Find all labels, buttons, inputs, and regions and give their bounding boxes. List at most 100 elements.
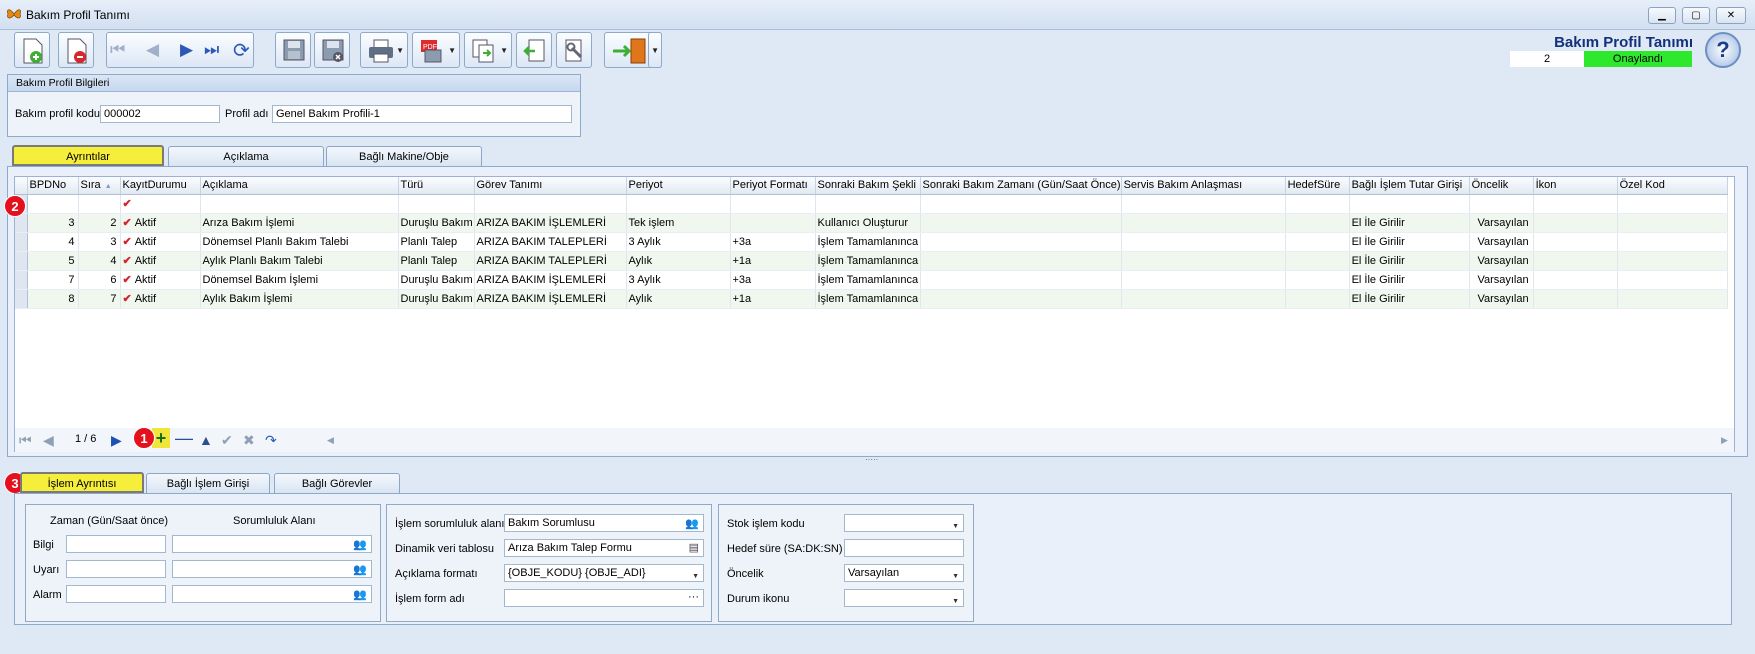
table-cell[interactable]: 5: [27, 251, 79, 271]
responsibility-area-input[interactable]: Bakım Sorumlusu 👥: [504, 514, 704, 532]
column-header[interactable]: Sonraki Bakım Şekli: [815, 177, 921, 195]
table-cell[interactable]: Kullanıcı Oluşturur: [815, 213, 921, 233]
export-pdf-button[interactable]: PDF ▼: [412, 32, 460, 68]
table-cell[interactable]: 7: [27, 270, 79, 290]
help-button[interactable]: ?: [1705, 32, 1741, 68]
table-cell[interactable]: 2: [78, 213, 121, 233]
table-cell[interactable]: [1533, 213, 1618, 233]
table-cell[interactable]: [920, 213, 1122, 233]
table-cell[interactable]: ✔ Aktif: [120, 194, 201, 214]
table-cell[interactable]: Arıza Bakım Talebi: [200, 194, 399, 214]
table-cell[interactable]: ✔ Aktif: [120, 232, 201, 252]
tab-details[interactable]: Ayrıntılar: [12, 145, 164, 166]
previous-record-icon[interactable]: ◀: [146, 40, 159, 60]
table-cell[interactable]: 4: [27, 232, 79, 252]
users-icon[interactable]: 👥: [685, 516, 699, 532]
column-header[interactable]: Bağlı İşlem Tutar Girişi: [1349, 177, 1470, 195]
column-header[interactable]: BPDNo: [27, 177, 79, 195]
row-indicator[interactable]: [15, 251, 28, 271]
table-cell[interactable]: [1617, 270, 1728, 290]
table-cell[interactable]: Aylık Planlı Bakım Talebi: [200, 251, 399, 271]
copy-button[interactable]: ▼: [464, 32, 512, 68]
table-cell[interactable]: 3 Aylık: [626, 232, 731, 252]
table-cell[interactable]: [1617, 213, 1728, 233]
table-row[interactable]: 3 2 ✔ Aktif Arıza Bakım İşlemi Duruşlu Bakım A…: [15, 213, 1728, 233]
nav-first-icon[interactable]: ⏮: [19, 432, 32, 449]
column-header[interactable]: KayıtDurumu: [120, 177, 201, 195]
profile-name-input[interactable]: Genel Bakım Profili-1: [272, 105, 572, 123]
table-cell[interactable]: [730, 194, 816, 214]
table-cell[interactable]: [1285, 213, 1350, 233]
tab-process-detail[interactable]: İşlem Ayrıntısı: [20, 472, 144, 493]
table-cell[interactable]: [1121, 213, 1286, 233]
table-cell[interactable]: Varsayılan: [1469, 194, 1534, 214]
table-cell[interactable]: Duruşlu Bakım: [398, 289, 475, 309]
table-row[interactable]: 5 4 ✔ Aktif Aylık Planlı Bakım Talebi Planlı …: [15, 251, 1728, 271]
table-cell[interactable]: 2: [27, 194, 79, 214]
table-cell[interactable]: ARIZA BAKIM İŞLEMLERİ: [474, 213, 627, 233]
status-icon-select[interactable]: ▼: [844, 589, 964, 607]
users-icon[interactable]: 👥: [353, 537, 367, 553]
table-cell[interactable]: Tek işlem: [626, 194, 731, 214]
table-cell[interactable]: 4: [78, 251, 121, 271]
table-row[interactable]: 4 3 ✔ Aktif Dönemsel Planlı Bakım Talebi Plan…: [15, 232, 1728, 252]
table-cell[interactable]: +3a: [730, 270, 816, 290]
table-cell[interactable]: 3: [27, 213, 79, 233]
row-indicator[interactable]: [15, 289, 28, 309]
table-cell[interactable]: El İle Girilir: [1349, 232, 1470, 252]
table-cell[interactable]: +3a: [730, 232, 816, 252]
table-cell[interactable]: [920, 194, 1122, 214]
column-header[interactable]: Öncelik: [1469, 177, 1534, 195]
table-cell[interactable]: 6: [78, 270, 121, 290]
warning-time-input[interactable]: [66, 560, 166, 578]
close-button[interactable]: ✕: [1716, 7, 1746, 24]
table-cell[interactable]: [1617, 251, 1728, 271]
table-cell[interactable]: Tek işlem: [626, 213, 731, 233]
table-cell[interactable]: [1285, 289, 1350, 309]
table-cell[interactable]: ✔ Aktif: [120, 213, 201, 233]
table-cell[interactable]: ARIZA BAKIM TALEPLERİ: [474, 194, 627, 214]
chevron-down-icon[interactable]: ▼: [952, 569, 959, 585]
column-header[interactable]: İkon: [1533, 177, 1618, 195]
table-cell[interactable]: [1617, 194, 1728, 214]
table-picker-icon[interactable]: ▤: [689, 540, 699, 556]
first-record-icon[interactable]: ⏮: [110, 40, 125, 60]
info-responsibility-input[interactable]: 👥: [172, 535, 372, 553]
chevron-down-icon[interactable]: ▼: [952, 594, 959, 610]
table-cell[interactable]: +1a: [730, 289, 816, 309]
tab-linked-process-entry[interactable]: Bağlı İşlem Girişi: [146, 473, 270, 494]
table-cell[interactable]: El İle Girilir: [1349, 213, 1470, 233]
nav-confirm-icon[interactable]: ✔: [221, 432, 233, 449]
table-cell[interactable]: [1617, 232, 1728, 252]
table-cell[interactable]: [1533, 289, 1618, 309]
table-cell[interactable]: [1121, 232, 1286, 252]
table-cell[interactable]: [1533, 270, 1618, 290]
table-row[interactable]: 8 7 ✔ Aktif Aylık Bakım İşlemi Duruşlu Bakım A…: [15, 289, 1728, 309]
nav-remove-icon[interactable]: —: [175, 428, 193, 449]
column-header[interactable]: Açıklama: [200, 177, 399, 195]
cancel-save-button[interactable]: [314, 32, 350, 68]
splitter-grip[interactable]: ·····: [865, 455, 878, 464]
column-header[interactable]: Periyot Formatı: [730, 177, 816, 195]
priority-select[interactable]: Varsayılan ▼: [844, 564, 964, 582]
row-indicator[interactable]: [15, 270, 28, 290]
table-cell[interactable]: [920, 251, 1122, 271]
table-cell[interactable]: [1285, 270, 1350, 290]
table-cell[interactable]: Planlı Talep: [398, 232, 475, 252]
table-cell[interactable]: [1533, 194, 1618, 214]
table-cell[interactable]: 3: [78, 232, 121, 252]
table-cell[interactable]: 3 Aylık: [626, 270, 731, 290]
info-time-input[interactable]: [66, 535, 166, 553]
table-cell[interactable]: Varsayılan: [1469, 232, 1534, 252]
table-cell[interactable]: El İle Girilir: [1349, 194, 1470, 214]
table-cell[interactable]: Varsayılan: [1469, 289, 1534, 309]
column-header[interactable]: Türü: [398, 177, 475, 195]
table-cell[interactable]: Planlı Talep: [398, 251, 475, 271]
table-cell[interactable]: 7: [78, 289, 121, 309]
target-duration-input[interactable]: [844, 539, 964, 557]
table-cell[interactable]: Aylık Bakım İşlemi: [200, 289, 399, 309]
new-record-button[interactable]: [14, 32, 50, 68]
dynamic-table-input[interactable]: Arıza Bakım Talep Formu ▤: [504, 539, 704, 557]
last-record-icon[interactable]: ⏭: [204, 40, 219, 60]
table-cell[interactable]: Varsayılan: [1469, 270, 1534, 290]
